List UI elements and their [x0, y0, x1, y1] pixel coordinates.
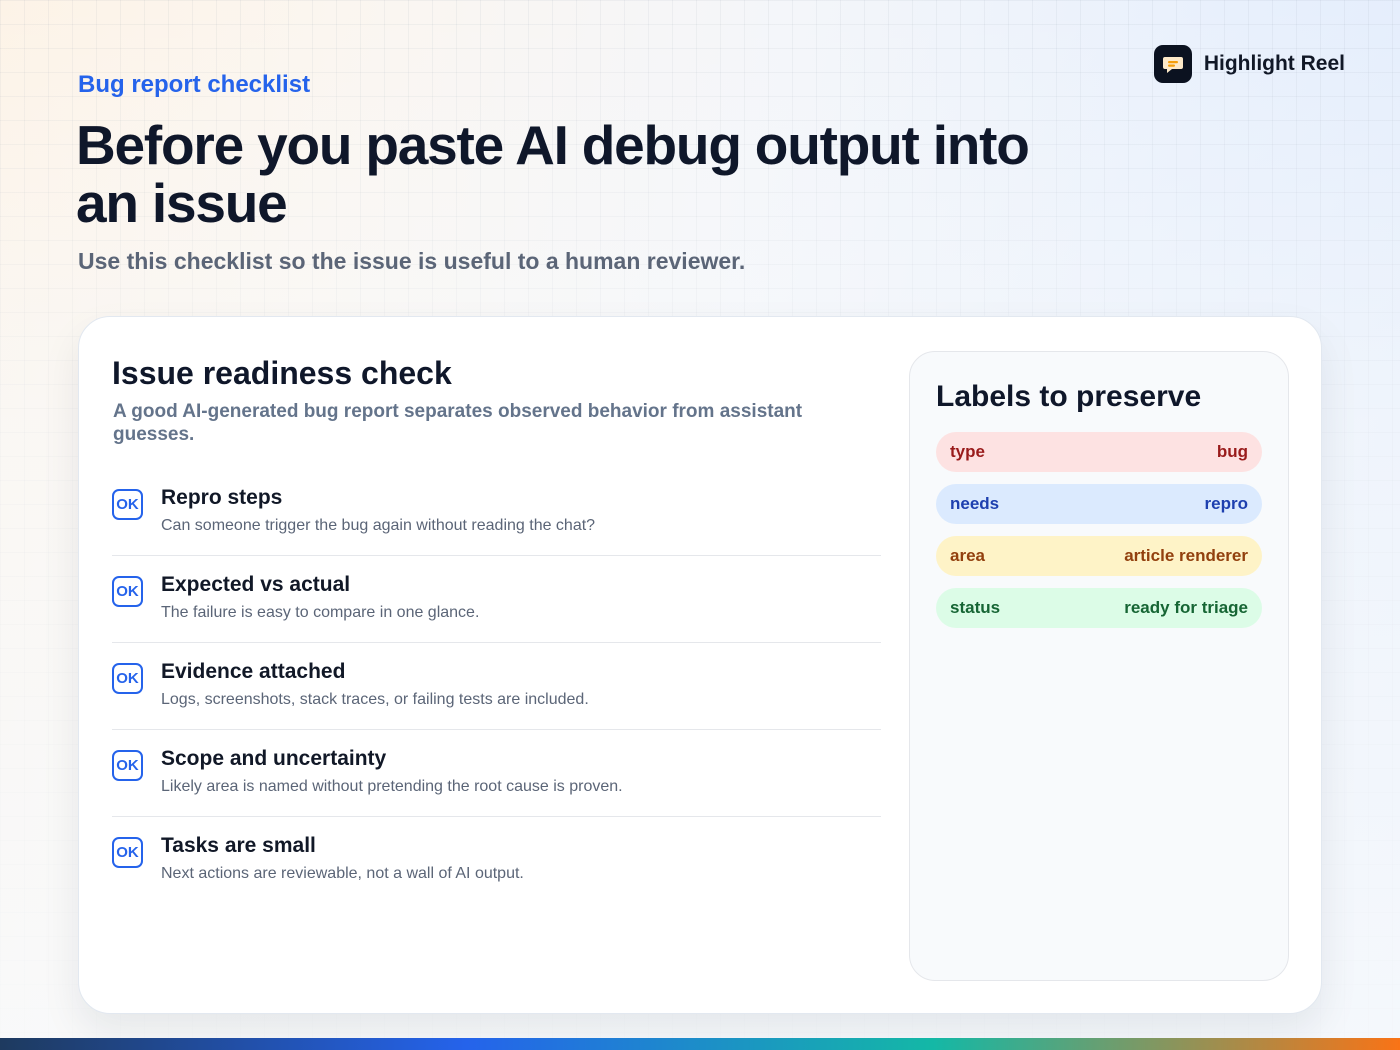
card-description: A good AI-generated bug report separates… — [113, 401, 803, 445]
label-value: repro — [1204, 494, 1248, 513]
label-value: article renderer — [1124, 546, 1248, 565]
page-title: Before you paste AI debug output into an… — [76, 114, 1030, 234]
card-title: Issue readiness check — [112, 355, 452, 391]
checklist-item: OK Scope and uncertainty Likely area is … — [112, 730, 881, 817]
checklist-item-title: Tasks are small — [161, 834, 316, 857]
bottom-accent-bar — [0, 1038, 1400, 1050]
label-key: needs — [950, 494, 1000, 513]
checklist: OK Repro steps Can someone trigger the b… — [112, 469, 881, 904]
checklist-item-title: Scope and uncertainty — [161, 747, 387, 770]
label-type: type bug — [936, 432, 1262, 472]
readiness-card: Issue readiness check A good AI-generate… — [78, 316, 1322, 1014]
ok-check-icon: OK — [112, 576, 143, 607]
label-key: type — [950, 442, 985, 461]
checklist-item: OK Tasks are small Next actions are revi… — [112, 817, 881, 904]
label-list: type bug needs repro area article render… — [936, 432, 1262, 640]
checklist-item-description: Can someone trigger the bug again withou… — [161, 517, 596, 534]
ok-check-icon: OK — [112, 663, 143, 694]
chat-bubble-icon — [1153, 45, 1192, 83]
label-status: status ready for triage — [936, 588, 1262, 628]
label-value: bug — [1216, 442, 1248, 461]
labels-panel-title: Labels to preserve — [936, 380, 1202, 413]
ok-check-icon: OK — [112, 837, 143, 868]
brand: Highlight Reel — [1153, 45, 1345, 83]
labels-panel: Labels to preserve type bug needs repro … — [909, 351, 1289, 981]
label-key: status — [950, 598, 1001, 617]
checklist-item-description: Logs, screenshots, stack traces, or fail… — [161, 691, 589, 708]
checklist-item: OK Evidence attached Logs, screenshots, … — [112, 643, 881, 730]
page-subtitle: Use this checklist so the issue is usefu… — [78, 248, 746, 274]
brand-name: Highlight Reel — [1203, 52, 1345, 75]
label-needs: needs repro — [936, 484, 1262, 524]
eyebrow-label: Bug report checklist — [78, 71, 311, 98]
checklist-item-title: Evidence attached — [161, 660, 346, 683]
label-key: area — [950, 546, 985, 565]
checklist-item: OK Repro steps Can someone trigger the b… — [112, 469, 881, 556]
checklist-item-description: Likely area is named without pretending … — [161, 778, 623, 795]
label-value: ready for triage — [1124, 598, 1248, 617]
ok-check-icon: OK — [112, 489, 143, 520]
checklist-item-title: Repro steps — [161, 486, 283, 509]
checklist-item: OK Expected vs actual The failure is eas… — [112, 556, 881, 643]
checklist-item-title: Expected vs actual — [161, 573, 351, 596]
checklist-item-description: The failure is easy to compare in one gl… — [161, 604, 480, 621]
label-area: area article renderer — [936, 536, 1262, 576]
ok-check-icon: OK — [112, 750, 143, 781]
checklist-item-description: Next actions are reviewable, not a wall … — [161, 865, 524, 882]
